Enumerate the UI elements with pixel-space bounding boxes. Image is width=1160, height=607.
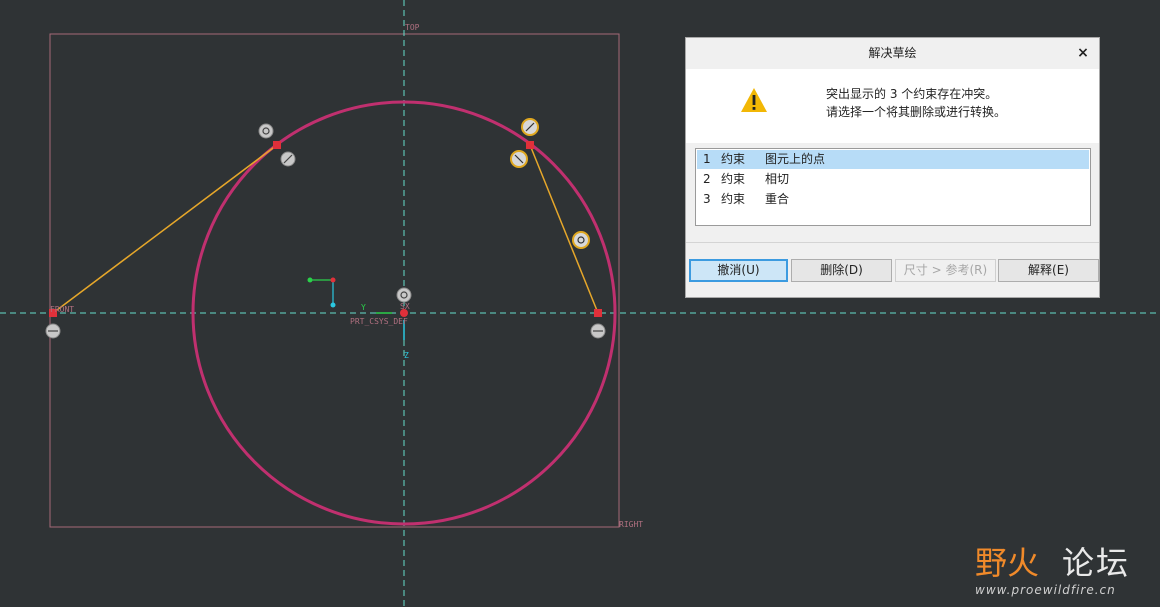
constraint-list[interactable]: 1 约束 图元上的点 2 约束 相切 3 约束 重合: [695, 148, 1091, 226]
endpoint-right[interactable]: [594, 309, 602, 317]
instruction-message: 请选择一个将其删除或进行转换。: [826, 105, 1007, 119]
constraint-kind: 约束: [721, 172, 746, 186]
datum-label-front: FRONT: [50, 305, 74, 314]
dimension-to-reference-button[interactable]: 尺寸 > 参考(R): [895, 259, 996, 282]
point-on-entity-icon[interactable]: [521, 118, 539, 136]
constraint-name: 重合: [765, 192, 790, 206]
dialog-message-area: 突出显示的 3 个约束存在冲突。 请选择一个将其删除或进行转换。: [686, 69, 1099, 143]
endpoint-top-left[interactable]: [273, 141, 281, 149]
endpoint-top-right[interactable]: [526, 141, 534, 149]
coincident-icon[interactable]: [572, 231, 590, 249]
left-tangent-line[interactable]: [52, 144, 278, 314]
watermark-title-left: 野火: [975, 544, 1040, 582]
datum-label-csys: PRT_CSYS_DEF: [350, 317, 408, 326]
watermark-url: www.proewildfire.cn: [975, 583, 1116, 597]
constraint-number: 1: [703, 152, 711, 166]
dialog-title-bar[interactable]: 解决草绘 ×: [686, 38, 1099, 70]
dialog-divider: [686, 242, 1099, 243]
tangent-icon[interactable]: [510, 150, 528, 168]
conflict-message: 突出显示的 3 个约束存在冲突。: [826, 87, 998, 101]
constraint-number: 2: [703, 172, 711, 186]
axis-label-y: Y: [361, 303, 366, 312]
warning-icon: [741, 88, 767, 112]
explain-button[interactable]: 解释(E): [998, 259, 1099, 282]
right-tangent-line[interactable]: [529, 144, 599, 314]
datum-label-right: RIGHT: [619, 520, 643, 529]
delete-button[interactable]: 删除(D): [791, 259, 892, 282]
axis-label-z: Z: [404, 351, 409, 360]
list-item[interactable]: 2 约束 相切: [697, 170, 1089, 189]
constraint-kind: 约束: [721, 152, 746, 166]
coincident-icon[interactable]: [396, 287, 412, 303]
coincident-icon[interactable]: [590, 323, 606, 339]
undo-button[interactable]: 撤消(U): [689, 259, 788, 282]
watermark-title-right: 论坛: [1062, 544, 1131, 582]
constraint-kind: 约束: [721, 192, 746, 206]
point-on-entity-icon[interactable]: [280, 151, 296, 167]
csys-point-origin: [330, 277, 336, 283]
dialog-title: 解决草绘: [868, 46, 917, 60]
tangent-icon[interactable]: [258, 123, 274, 139]
constraint-name: 相切: [765, 172, 790, 186]
datum-label-top: TOP: [405, 23, 420, 32]
list-item[interactable]: 3 约束 重合: [697, 190, 1089, 209]
datum-label-origin: SX: [400, 302, 410, 311]
list-item[interactable]: 1 约束 图元上的点: [697, 150, 1089, 169]
constraint-number: 3: [703, 192, 711, 206]
resolve-sketch-dialog: 解决草绘 × 突出显示的 3 个约束存在冲突。 请选择一个将其删除或进行转换。 …: [685, 37, 1100, 298]
csys-point-z: [330, 302, 336, 308]
constraint-name: 图元上的点: [765, 152, 826, 166]
close-icon[interactable]: ×: [1075, 38, 1091, 69]
csys-point-x: [307, 277, 313, 283]
coincident-icon[interactable]: [45, 323, 61, 339]
